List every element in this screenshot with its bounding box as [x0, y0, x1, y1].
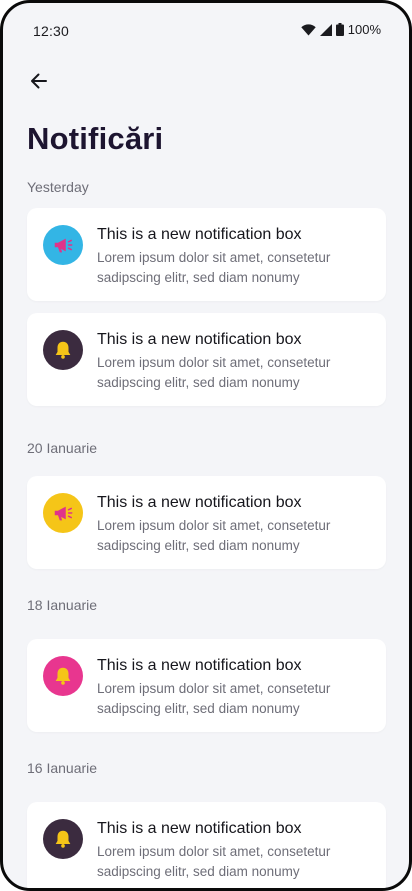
signal-icon — [319, 23, 332, 36]
section-label-20-ianuarie: 20 Ianuarie — [27, 440, 98, 456]
notification-title: This is a new notification box — [97, 494, 302, 511]
status-bar: 12:30 100% — [3, 3, 409, 47]
battery-level: 100% — [347, 22, 381, 37]
notification-body: Lorem ipsum dolor sit amet, consetetur s… — [97, 844, 331, 879]
arrow-left-icon — [31, 73, 47, 89]
megaphone-icon — [43, 493, 83, 533]
notification-title: This is a new notification box — [97, 331, 302, 348]
section-label-yesterday: Yesterday — [27, 179, 89, 195]
bell-icon — [43, 656, 83, 696]
notification-title: This is a new notification box — [97, 820, 302, 837]
notification-card[interactable]: This is a new notification box Lorem ips… — [27, 208, 386, 301]
megaphone-icon — [43, 225, 83, 265]
back-button[interactable] — [23, 65, 55, 97]
notification-card[interactable]: This is a new notification box Lorem ips… — [27, 802, 386, 888]
status-icons: 100% — [301, 22, 381, 37]
section-label-18-ianuarie: 18 Ianuarie — [27, 597, 98, 613]
wifi-icon — [301, 23, 316, 35]
notification-body: Lorem ipsum dolor sit amet, consetetur s… — [97, 518, 331, 553]
notification-card[interactable]: This is a new notification box Lorem ips… — [27, 476, 386, 569]
notification-body: Lorem ipsum dolor sit amet, consetetur s… — [97, 681, 331, 716]
status-time: 12:30 — [33, 23, 70, 39]
phone-frame: 12:30 100% Notificări Yesterday This is … — [0, 0, 412, 891]
bell-icon — [43, 819, 83, 859]
notification-body: Lorem ipsum dolor sit amet, consetetur s… — [97, 355, 331, 390]
battery-icon — [335, 23, 344, 36]
page-title: Notificări — [27, 121, 164, 156]
notification-title: This is a new notification box — [97, 657, 302, 674]
bell-icon — [43, 330, 83, 370]
notification-title: This is a new notification box — [97, 226, 302, 243]
section-label-16-ianuarie: 16 Ianuarie — [27, 760, 98, 776]
notification-card[interactable]: This is a new notification box Lorem ips… — [27, 313, 386, 406]
notification-card[interactable]: This is a new notification box Lorem ips… — [27, 639, 386, 732]
notification-body: Lorem ipsum dolor sit amet, consetetur s… — [97, 250, 331, 285]
